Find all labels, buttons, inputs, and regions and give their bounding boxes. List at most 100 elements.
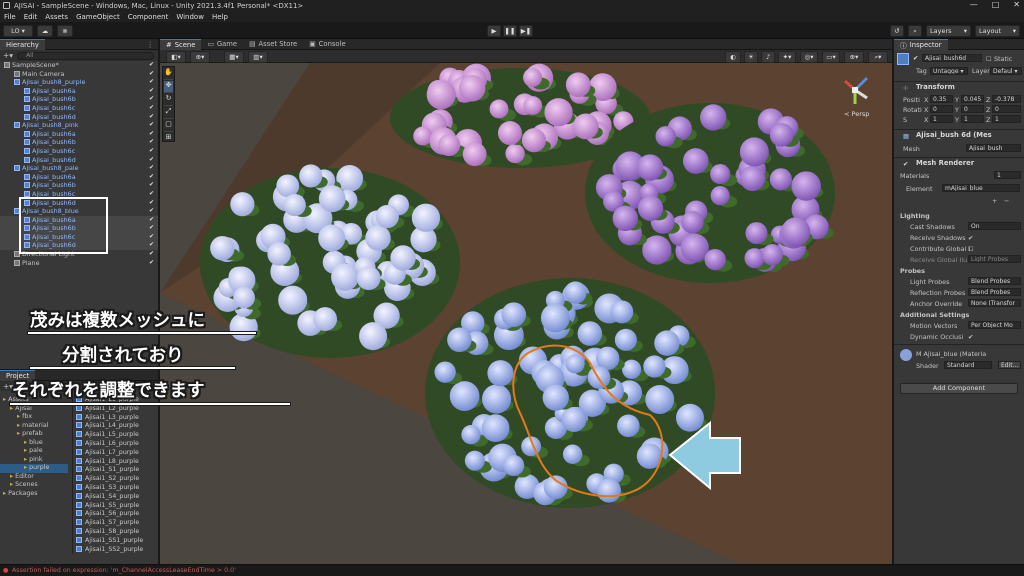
visibility-check-icon[interactable]: ✔ (149, 199, 154, 208)
asset-item[interactable]: Ajisai1_L2_purple (76, 404, 152, 414)
hidden-objects-icon[interactable]: ◎▾ (800, 51, 818, 63)
folder-item[interactable]: ▸ Ajisai (0, 405, 68, 414)
hierarchy-row[interactable]: Ajisai_bush6d ✔ (0, 156, 158, 165)
transform-header[interactable]: Transform (894, 81, 1024, 92)
tab-inspector[interactable]: ⓘ Inspector (894, 39, 948, 50)
hierarchy-row[interactable]: Ajisai_bush6a ✔ (0, 173, 158, 182)
visibility-check-icon[interactable]: ✔ (149, 70, 154, 79)
layer-dropdown[interactable]: Defaul ▾ (990, 67, 1022, 75)
folder-item[interactable]: ▸ pale (0, 447, 68, 456)
hierarchy-search-input[interactable]: All (17, 51, 154, 60)
hand-tool-icon[interactable]: ✋ (164, 68, 173, 80)
move-tool-icon[interactable]: ✥ (164, 81, 173, 93)
hierarchy-row[interactable]: Main Camera ✔ (0, 70, 158, 79)
visibility-check-icon[interactable]: ✔ (149, 173, 154, 182)
hierarchy-row[interactable]: Ajisai_bush6b ✔ (0, 95, 158, 104)
receive-shadows-checkbox[interactable]: ✔ (968, 234, 973, 242)
layout-dropdown[interactable]: Layout ▾ (975, 25, 1020, 37)
folder-item[interactable]: ▸ fbx (0, 413, 68, 422)
tab-console[interactable]: ▣ Console (303, 39, 351, 50)
audio-icon[interactable]: ♪ (761, 51, 775, 63)
persp-label[interactable]: < Persp (844, 110, 869, 118)
add-icon[interactable]: +▾ (3, 51, 13, 60)
scene-viewport[interactable]: < Persp (160, 63, 892, 564)
mesh-renderer-checkbox[interactable]: ✔ (903, 160, 908, 168)
transform-tool-icon[interactable]: ⊞ (164, 133, 173, 145)
asset-item[interactable]: Ajisai1_L8_purple (76, 457, 152, 467)
contribute-gi-checkbox[interactable]: ☐ (968, 245, 974, 253)
pivot-icon[interactable]: ⊕▾ (190, 51, 210, 63)
folder-item[interactable]: ▸ pink (0, 456, 68, 465)
play-button[interactable]: ▶ (487, 25, 501, 37)
folder-item[interactable]: ▸ material (0, 422, 68, 431)
maximize-button[interactable]: □ (992, 0, 1000, 9)
folder-item[interactable]: ▸ purple (0, 464, 68, 473)
rotation-x-field[interactable]: 0 (930, 105, 953, 113)
hierarchy-row[interactable]: Ajisai_bush8_purple ✔ (0, 78, 158, 87)
hierarchy-row[interactable]: Ajisai_bush6a ✔ (0, 87, 158, 96)
reflection-probes-dropdown[interactable]: Blend Probes (968, 288, 1021, 296)
hierarchy-row[interactable]: Ajisai_bush8_pale ✔ (0, 164, 158, 173)
asset-item[interactable]: Ajisai1_SS2_purple (76, 545, 152, 555)
visibility-check-icon[interactable]: ✔ (149, 113, 154, 122)
visibility-check-icon[interactable]: ✔ (149, 164, 154, 173)
mesh-field[interactable]: Ajisai_bush (966, 144, 1021, 152)
rotate-tool-icon[interactable]: ↻ (164, 94, 173, 106)
asset-item[interactable]: Ajisai1_S6_purple (76, 510, 152, 519)
mesh-filter-header[interactable]: Ajisai_bush 6d (Mes (894, 129, 1024, 140)
status-message[interactable]: Assertion failed on expression: 'm_Chann… (12, 567, 236, 574)
visibility-check-icon[interactable]: ✔ (149, 241, 154, 250)
tab-scene[interactable]: # Scene (160, 38, 202, 50)
position-x-field[interactable]: 0.35 (930, 95, 953, 103)
fx-icon[interactable]: ✦▾ (778, 51, 796, 63)
visibility-check-icon[interactable]: ✔ (149, 147, 154, 156)
2d-toggle-icon[interactable]: ◐ (725, 51, 741, 63)
motion-vectors-dropdown[interactable]: Per Object Mo (968, 321, 1021, 329)
scale-x-field[interactable]: 1 (930, 115, 953, 123)
asset-item[interactable]: Ajisai1_L7_purple (76, 448, 152, 458)
account-dropdown[interactable]: LO ▾ (3, 25, 33, 37)
asset-item[interactable]: Ajisai1_S2_purple (76, 475, 152, 484)
menu-component[interactable]: Component (128, 13, 169, 21)
visibility-check-icon[interactable]: ✔ (149, 224, 154, 233)
gizmos-icon[interactable]: ⊕▾ (844, 51, 864, 63)
tab-asset-store[interactable]: ▤ Asset Store (243, 39, 303, 50)
visibility-check-icon[interactable]: ✔ (149, 190, 154, 199)
receive-gi-dropdown[interactable]: Light Probes (968, 255, 1021, 263)
cast-shadows-dropdown[interactable]: On (968, 222, 1021, 230)
asset-item[interactable]: Ajisai1_L4_purple (76, 422, 152, 431)
anchor-override-field[interactable]: None (Transfor (968, 299, 1021, 307)
folder-item[interactable]: ▸ prefab (0, 430, 68, 439)
rotation-z-field[interactable]: 0 (992, 105, 1021, 113)
hierarchy-row[interactable]: Ajisai_bush6d ✔ (0, 113, 158, 122)
asset-item[interactable]: Ajisai1_L5_purple (76, 431, 152, 440)
asset-item[interactable]: Ajisai1_S1_purple (76, 466, 152, 475)
menu-assets[interactable]: Assets (45, 13, 68, 21)
scale-tool-icon[interactable]: ⤢ (164, 107, 173, 119)
history-icon[interactable]: ↺ (890, 25, 904, 37)
hierarchy-row[interactable]: SampleScene* ✔ (0, 61, 158, 70)
hierarchy-row[interactable]: Ajisai_bush6c ✔ (0, 104, 158, 113)
menu-edit[interactable]: Edit (24, 13, 38, 21)
camera-icon[interactable]: ▭▾ (822, 51, 840, 63)
asset-item[interactable]: Ajisai1_S4_purple (76, 492, 152, 502)
hierarchy-row[interactable]: Ajisai_bush6b ✔ (0, 181, 158, 190)
collab-icon[interactable]: ⊗ (57, 25, 73, 37)
folder-item[interactable]: ▸ Packages (0, 490, 68, 499)
tab-hierarchy[interactable]: Hierarchy (0, 39, 45, 50)
visibility-check-icon[interactable]: ✔ (149, 61, 154, 70)
asset-item[interactable]: Ajisai1_L6_purple (76, 439, 152, 449)
active-checkbox[interactable]: ✔ (913, 54, 918, 62)
visibility-check-icon[interactable]: ✔ (149, 95, 154, 104)
step-button[interactable]: ▶❚ (519, 25, 533, 37)
rotation-y-field[interactable]: 0 (961, 105, 984, 113)
rect-tool-icon[interactable]: ▢ (164, 120, 173, 132)
asset-item[interactable]: Ajisai1_S7_purple (76, 519, 152, 528)
layers-dropdown[interactable]: Layers ▾ (926, 25, 971, 37)
menu-file[interactable]: File (4, 13, 16, 21)
position-y-field[interactable]: 0.045 (961, 95, 984, 103)
add-element-icon[interactable]: + (992, 197, 997, 205)
remove-element-icon[interactable]: − (1004, 197, 1009, 205)
element-material-field[interactable]: mAjisai_blue (942, 184, 1020, 192)
visibility-check-icon[interactable]: ✔ (149, 156, 154, 165)
